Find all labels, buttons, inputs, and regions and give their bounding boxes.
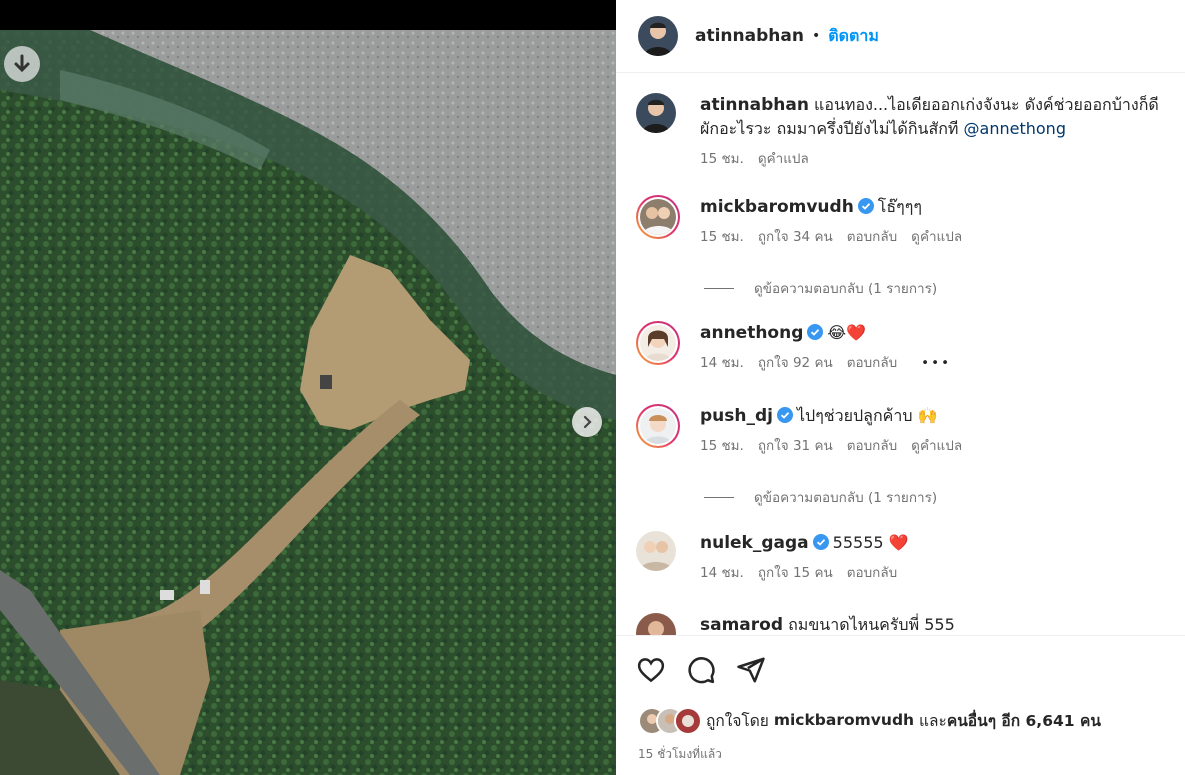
view-replies-button[interactable]: ดูข้อความตอบกลับ (1 รายการ) (704, 277, 937, 299)
comment-username[interactable]: samarod (700, 615, 783, 635)
comment-username[interactable]: push_dj (700, 406, 773, 426)
comment-likes[interactable]: ถูกใจ 31 คน (758, 438, 833, 454)
comment-text: 55555 ❤️ (832, 533, 909, 552)
comment-text: 😂❤️ (827, 323, 867, 342)
view-replies-label: ดูข้อความตอบกลับ (1 รายการ) (754, 490, 938, 506)
author-avatar[interactable] (636, 93, 676, 133)
commenter-avatar[interactable] (636, 404, 680, 448)
comment-time[interactable]: 14 ชม. (700, 355, 744, 371)
follow-button[interactable]: ติดตาม (828, 24, 879, 49)
translate-link[interactable]: ดูคำแปล (911, 229, 962, 245)
likes-others[interactable]: คนอื่นๆ อีก 6,641 คน (947, 708, 1101, 733)
likes-and: และ (919, 711, 947, 730)
share-icon[interactable] (736, 655, 766, 685)
comment-likes[interactable]: ถูกใจ 15 คน (758, 565, 833, 581)
commenter-avatar[interactable] (636, 531, 676, 571)
verified-icon (857, 198, 874, 214)
download-button[interactable] (4, 46, 40, 82)
reply-button[interactable]: ตอบกลับ (847, 229, 897, 245)
separator-dot: • (811, 28, 821, 44)
chevron-right-icon (583, 415, 592, 429)
likes-prefix: ถูกใจโดย (706, 711, 769, 730)
view-replies-button[interactable]: ดูข้อความตอบกลับ (1 รายการ) (704, 486, 937, 508)
comment-time[interactable]: 14 ชม. (700, 565, 744, 581)
comment-likes[interactable]: ถูกใจ 34 คน (758, 229, 833, 245)
comment-text: ถมขนาดไหนครับพี่ 555 (788, 615, 955, 634)
verified-icon (777, 407, 793, 423)
reply-button[interactable]: ตอบกลับ (847, 355, 897, 371)
comment-text: โธ๊ๆๆๆ (877, 197, 922, 216)
next-image-button[interactable] (572, 407, 602, 437)
translate-link[interactable]: ดูคำแปล (911, 438, 962, 454)
author-username[interactable]: atinnabhan (695, 26, 804, 46)
arrow-down-icon (14, 54, 30, 73)
comment-username[interactable]: annethong (700, 323, 803, 343)
comment-likes[interactable]: ถูกใจ 92 คน (758, 355, 833, 371)
caption-time[interactable]: 15 ชม. (700, 151, 744, 167)
post-actions (636, 655, 766, 685)
commenter-avatar[interactable] (636, 321, 680, 365)
post-header: atinnabhan • ติดตาม (616, 0, 1185, 73)
comment-text: ไปๆช่วยปลูกค้าบ 🙌 (797, 406, 938, 425)
comment-icon[interactable] (686, 655, 716, 685)
comment-time[interactable]: 15 ชม. (700, 438, 744, 454)
caption-mention[interactable]: @annethong (964, 119, 1066, 138)
post-side-panel: atinnabhan • ติดตาม atinnabhan แอนทอง...… (616, 0, 1185, 775)
verified-icon (807, 324, 824, 340)
post-media (0, 0, 616, 775)
post-timestamp[interactable]: 15 ชั่วโมงที่แล้ว (638, 745, 722, 764)
reply-button[interactable]: ตอบกลับ (847, 565, 897, 581)
divider (616, 635, 1185, 636)
verified-icon (812, 534, 829, 550)
satellite-photo (0, 30, 616, 775)
translate-link[interactable]: ดูคำแปล (758, 151, 809, 167)
commenter-avatar[interactable] (636, 613, 676, 635)
reply-button[interactable]: ตอบกลับ (847, 438, 897, 454)
author-avatar[interactable] (638, 16, 678, 56)
liker-avatars (638, 707, 702, 735)
heart-icon[interactable] (636, 655, 666, 685)
comment-time[interactable]: 15 ชม. (700, 229, 744, 245)
view-replies-label: ดูข้อความตอบกลับ (1 รายการ) (754, 281, 938, 297)
liker-username[interactable]: mickbaromvudh (774, 711, 914, 729)
comment-username[interactable]: mickbaromvudh (700, 197, 854, 217)
comment-username[interactable]: nulek_gaga (700, 533, 809, 553)
more-options-icon[interactable]: ••• (921, 355, 951, 371)
caption-username[interactable]: atinnabhan (700, 95, 809, 115)
commenter-avatar[interactable] (636, 195, 680, 239)
media-top-bar (0, 0, 616, 30)
likes-summary: ถูกใจโดย mickbaromvudh และ คนอื่นๆ อีก 6,… (638, 707, 1101, 735)
comments-list: atinnabhan แอนทอง...ไอเดียออกเก่งจังนะ ด… (616, 73, 1185, 635)
